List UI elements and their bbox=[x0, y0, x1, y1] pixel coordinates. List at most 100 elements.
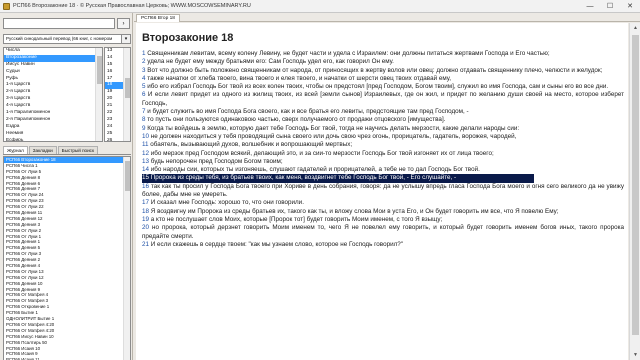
book-list-item[interactable]: 2-я Паралипоменон bbox=[4, 117, 102, 124]
maximize-button[interactable]: ☐ bbox=[600, 0, 620, 13]
verse-text: обаятель, вызывающий духов, волшебник и … bbox=[150, 141, 353, 149]
verse-number: 18 bbox=[142, 207, 150, 215]
book-list-item[interactable]: 4-я Царств bbox=[4, 103, 102, 110]
left-panel: › Русский синодальный перевод (66 книг, … bbox=[0, 13, 133, 360]
verse-number: 16 bbox=[142, 182, 150, 190]
app-icon bbox=[3, 2, 10, 10]
verse-number: 20 bbox=[142, 224, 150, 232]
verse-text: ибо мерзок пред Господом всякий, делающи… bbox=[150, 149, 494, 157]
verse-number: 14 bbox=[142, 166, 150, 174]
verse[interactable]: 17 И сказал мне Господь: хорошо то, что … bbox=[142, 199, 624, 207]
verse-number: 6 bbox=[142, 91, 146, 99]
verse[interactable]: 21 И если скажешь в сердце твоем: "как м… bbox=[142, 241, 624, 249]
book-list-item[interactable]: Числа bbox=[4, 48, 102, 55]
title-bar: РСП66 Второзаконие 18 · © Русская Правос… bbox=[0, 0, 640, 13]
verse[interactable]: 9 Когда ты войдешь в землю, которую дает… bbox=[142, 125, 624, 133]
verse-number: 21 bbox=[142, 240, 150, 248]
verse[interactable]: 4 также начатки от хлеба твоего, вина тв… bbox=[142, 75, 624, 83]
document-tabbar: РСП66 Втор 18 bbox=[134, 13, 640, 22]
verse[interactable]: 19 а кто не послушает слов Моих, которые… bbox=[142, 216, 624, 224]
chapters-list[interactable]: 13 14 15 16 17 18 19 20 21 22 23 24 25 26 bbox=[104, 47, 131, 142]
book-list-item[interactable]: 1-я Паралипоменон bbox=[4, 110, 102, 117]
tab-document[interactable]: РСП66 Втор 18 bbox=[136, 14, 180, 22]
verse-text: Священникам левитам, всему колену Левину… bbox=[147, 50, 550, 57]
search-go-button[interactable]: › bbox=[117, 18, 130, 29]
scroll-up-icon[interactable]: ▲ bbox=[630, 23, 640, 33]
books-scroll-thumb[interactable] bbox=[97, 56, 102, 84]
close-button[interactable]: ✕ bbox=[620, 0, 640, 13]
content-scroll-thumb[interactable] bbox=[632, 35, 639, 335]
book-list-item[interactable]: Судьи bbox=[4, 69, 102, 76]
verse-number: 10 bbox=[142, 132, 150, 140]
verse-text: так как ты просил у Господа Бога твоего … bbox=[142, 182, 625, 199]
verse[interactable]: 12 ибо мерзок пред Господом всякий, дела… bbox=[142, 150, 624, 158]
bible-select-value[interactable]: Русский синодальный перевод (66 книг, с … bbox=[3, 34, 122, 44]
chapters-scrollbar[interactable] bbox=[123, 48, 130, 141]
verse-text: но пророка, который дерзнет говорить Мои… bbox=[142, 224, 624, 240]
verse-text: Вот что должно быть положено священникам… bbox=[147, 66, 603, 74]
reading-pane: РСП66 Втор 18 Второзаконие 18 1 Священни… bbox=[134, 13, 640, 360]
books-list[interactable]: Числа Второзаконие Иисус Навин Судьи Руфь 1-я… bbox=[3, 47, 103, 142]
book-list-item[interactable]: Второзаконие bbox=[4, 54, 102, 62]
content-scrollbar[interactable]: ▲ ▼ bbox=[629, 23, 640, 360]
verse-number: 8 bbox=[142, 116, 146, 124]
verse-number: 17 bbox=[142, 199, 150, 207]
verse[interactable]: 18 Я воздвигну им Пророка из среды брать… bbox=[142, 208, 624, 216]
verse-number: 7 bbox=[142, 108, 146, 116]
verse-number: 12 bbox=[142, 149, 150, 157]
verse[interactable]: 6 И если левит придет из одного из жилищ… bbox=[142, 91, 624, 108]
verse-number: 5 bbox=[142, 83, 146, 91]
journal-scrollbar[interactable] bbox=[123, 157, 130, 360]
verse[interactable]: 13 будь непорочен пред Господом Богом тв… bbox=[142, 158, 624, 166]
verse-text: И сказал мне Господь: хорошо то, что они… bbox=[150, 199, 304, 207]
book-list-item[interactable]: Иисус Навин bbox=[4, 62, 102, 69]
verse[interactable]: 16 так как ты просил у Господа Бога твое… bbox=[142, 183, 624, 200]
verse-number: 4 bbox=[142, 74, 146, 82]
journal-list[interactable]: РСП66 Второзаконие 18 РСП66 Числа 1 РСП66 … bbox=[3, 156, 131, 360]
verse-text: а кто не послушает слов Моих, которые [П… bbox=[150, 215, 443, 223]
minimize-button[interactable]: — bbox=[580, 0, 600, 13]
chapters-scroll-thumb[interactable] bbox=[125, 78, 130, 98]
chevron-down-icon[interactable]: ▾ bbox=[122, 34, 131, 44]
chapter-title: Второзаконие 18 bbox=[142, 32, 234, 44]
verse-number: 11 bbox=[142, 141, 149, 149]
verse-number: 15 bbox=[142, 174, 150, 182]
journal-scroll-thumb[interactable] bbox=[125, 161, 130, 191]
search-row: › bbox=[3, 18, 131, 29]
book-list-item[interactable]: Ездра bbox=[4, 124, 102, 131]
verse-text: будь непорочен пред Господом Богом твоим… bbox=[150, 157, 283, 165]
verse-text: И если левит придет из одного из жилищ т… bbox=[142, 91, 625, 107]
tab-journal[interactable]: Журнал bbox=[3, 146, 28, 154]
verse[interactable]: 11 обаятель, вызывающий духов, волшебник… bbox=[142, 141, 624, 149]
scroll-down-icon[interactable]: ▼ bbox=[630, 350, 640, 360]
verse[interactable]: 20 но пророка, который дерзнет говорить … bbox=[142, 224, 624, 241]
verse-text: не должен находиться у тебя проводящий с… bbox=[150, 132, 517, 140]
verse-number: 2 bbox=[142, 58, 146, 66]
tab-bookmarks[interactable]: Закладки bbox=[28, 146, 57, 154]
verse[interactable]: 2 удела не будет ему между братьями его:… bbox=[142, 58, 624, 66]
verse[interactable]: 3 Вот что должно быть положено священник… bbox=[142, 67, 624, 75]
verse[interactable]: 7 и будет служить во имя Господа Бога св… bbox=[142, 108, 624, 116]
verse-text: то пусть они пользуются одинаковою часть… bbox=[147, 116, 446, 124]
search-input[interactable] bbox=[3, 18, 115, 29]
window-title: РСП66 Второзаконие 18 · © Русская Правос… bbox=[13, 3, 251, 9]
book-list-item[interactable]: Неемия bbox=[4, 131, 102, 138]
verse-text: И если скажешь в сердце твоем: "как мы у… bbox=[150, 240, 404, 248]
verse[interactable]: 15 Пророка из среды тебя, из братьев тво… bbox=[142, 174, 534, 183]
verse-text: ибо его избрал Господь Бог твой из всех … bbox=[147, 83, 609, 91]
verse-number: 9 bbox=[142, 124, 146, 132]
verse-text: удела не будет ему между братьями его: С… bbox=[147, 58, 394, 66]
chapter-content[interactable]: Второзаконие 18 1 Священникам левитам, в… bbox=[136, 23, 628, 360]
tab-quick-search[interactable]: Быстрый поиск bbox=[57, 146, 98, 154]
verse-text: ибо народы сии, которых ты изгоняешь, сл… bbox=[150, 166, 480, 174]
verse-number: 3 bbox=[142, 66, 146, 74]
verse-text: Я воздвигну им Пророка из среды братьев … bbox=[150, 207, 559, 215]
verse-number: 19 bbox=[142, 215, 150, 223]
book-list-item[interactable]: Есфирь bbox=[4, 138, 102, 141]
verse-text: и будет служить во имя Господа Бога свое… bbox=[147, 108, 469, 116]
books-scrollbar[interactable] bbox=[95, 48, 102, 141]
verse-text: Пророка из среды тебя, из братьев твоих,… bbox=[150, 174, 457, 182]
bible-selector[interactable]: Русский синодальный перевод (66 книг, с … bbox=[3, 34, 131, 44]
verse[interactable]: 8 то пусть они пользуются одинаковою час… bbox=[142, 116, 624, 124]
left-tabs: Журнал Закладки Быстрый поиск bbox=[3, 146, 131, 155]
